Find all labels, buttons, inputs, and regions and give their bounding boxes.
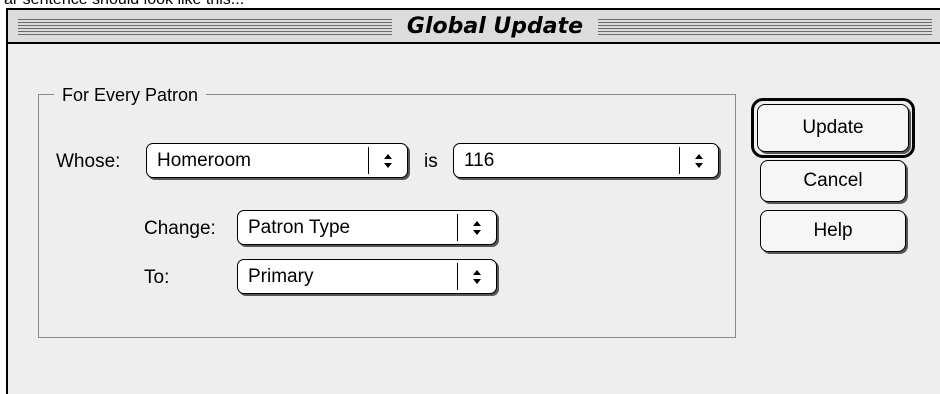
group-legend: For Every Patron xyxy=(54,84,207,106)
update-button[interactable]: Update xyxy=(757,104,909,152)
whose-field-value: Homeroom xyxy=(157,150,251,171)
dialog-title: Global Update xyxy=(406,14,584,39)
title-bar[interactable]: Global Update xyxy=(8,10,940,44)
up-down-arrows-icon xyxy=(679,147,718,174)
up-down-arrows-icon xyxy=(457,214,496,241)
help-button[interactable]: Help xyxy=(760,210,906,252)
to-value-popup[interactable]: Primary xyxy=(237,259,497,294)
up-down-arrows-icon xyxy=(368,147,407,174)
title-bar-stripes-right xyxy=(598,19,932,35)
is-value-text: 116 xyxy=(464,150,495,171)
up-down-arrows-icon xyxy=(457,263,496,290)
change-field-popup[interactable]: Patron Type xyxy=(237,210,497,245)
title-bar-stripes-left xyxy=(18,19,392,35)
whose-field-popup[interactable]: Homeroom xyxy=(146,143,408,178)
to-value-text: Primary xyxy=(248,266,314,287)
change-label: Change: xyxy=(144,218,216,239)
change-field-value: Patron Type xyxy=(248,217,351,238)
to-label: To: xyxy=(144,267,170,288)
whose-label: Whose: xyxy=(56,151,121,172)
is-value-popup[interactable]: 116 xyxy=(453,143,719,178)
cancel-button[interactable]: Cancel xyxy=(760,160,906,202)
is-label: is xyxy=(424,151,438,172)
